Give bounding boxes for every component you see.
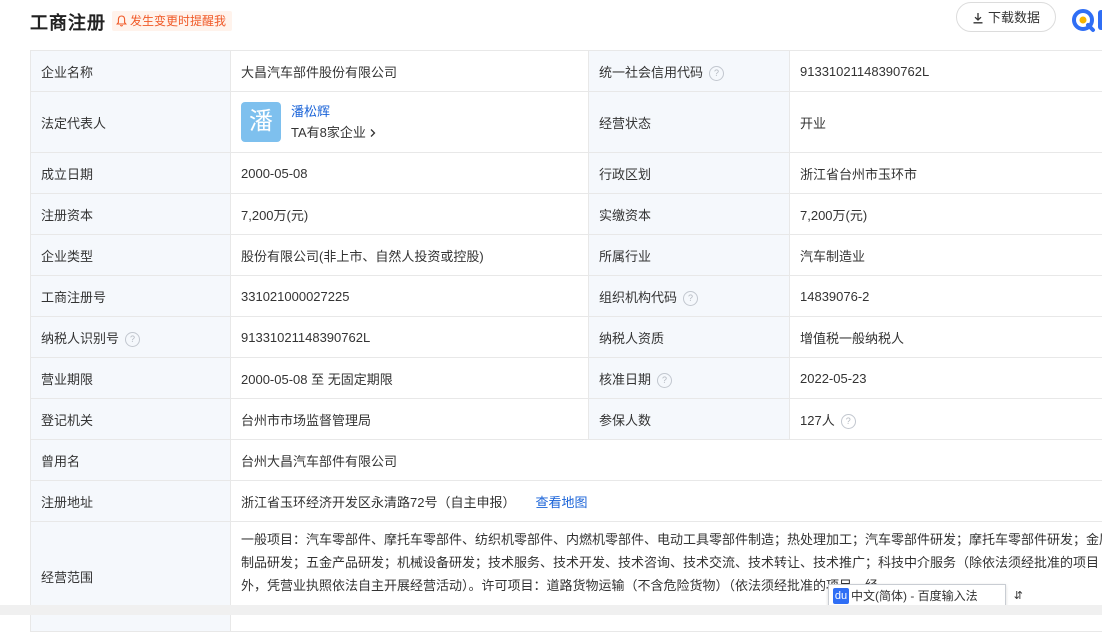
legal-rep-info: 潘松辉 TA有8家企业 [291, 101, 378, 143]
page-header: 工商注册 发生变更时提醒我 下载数据 [0, 0, 1102, 44]
value-paid-in-capital: 7,200万(元) [790, 194, 1102, 235]
label-company-type: 企业类型 [31, 235, 231, 276]
baidu-ime-icon: du [833, 588, 849, 604]
value-taxpayer-qualification: 增值税一般纳税人 [790, 317, 1102, 358]
value-credit-code: 91331021148390762L [790, 51, 1102, 92]
value-company-type: 股份有限公司(非上市、自然人投资或控股) [231, 235, 589, 276]
value-registered-address: 浙江省玉环经济开发区永清路72号（自主申报）查看地图 [231, 481, 1102, 522]
label-registered-capital: 注册资本 [31, 194, 231, 235]
value-approval-date: 2022-05-23 [790, 358, 1102, 399]
label-credit-code: 统一社会信用代码? [589, 51, 790, 92]
value-business-status: 开业 [790, 92, 1102, 153]
value-industry: 汽车制造业 [790, 235, 1102, 276]
business-registration-table: 企业名称 大昌汽车部件股份有限公司 统一社会信用代码? 913310211483… [30, 50, 1102, 632]
chevron-right-icon [368, 128, 378, 138]
table-row: 登记机关 台州市市场监督管理局 参保人数 127人? [31, 399, 1102, 440]
table-row: 成立日期 2000-05-08 行政区划 浙江省台州市玉环市 [31, 153, 1102, 194]
help-icon[interactable]: ? [657, 373, 672, 388]
label-established-date: 成立日期 [31, 153, 231, 194]
help-icon[interactable]: ? [125, 332, 140, 347]
download-data-label: 下载数据 [988, 10, 1040, 25]
view-map-link[interactable]: 查看地图 [535, 495, 587, 510]
table-row: 注册地址 浙江省玉环经济开发区永清路72号（自主申报）查看地图 [31, 481, 1102, 522]
help-icon[interactable]: ? [709, 66, 724, 81]
value-company-name: 大昌汽车部件股份有限公司 [231, 51, 589, 92]
help-icon[interactable]: ? [841, 414, 856, 429]
value-taxpayer-id: 91331021148390762L [231, 317, 589, 358]
label-business-status: 经营状态 [589, 92, 790, 153]
value-org-code: 14839076-2 [790, 276, 1102, 317]
label-industry: 所属行业 [589, 235, 790, 276]
label-taxpayer-qualification: 纳税人资质 [589, 317, 790, 358]
table-row: 企业名称 大昌汽车部件股份有限公司 统一社会信用代码? 913310211483… [31, 51, 1102, 92]
change-alert-toggle[interactable]: 发生变更时提醒我 [112, 11, 232, 31]
value-business-scope: 一般项目：汽车零部件、摩托车零部件、纺织机零部件、内燃机零部件、电动工具零部件制… [231, 522, 1102, 632]
value-registration-authority: 台州市市场监督管理局 [231, 399, 589, 440]
label-admin-region: 行政区划 [589, 153, 790, 194]
label-company-name: 企业名称 [31, 51, 231, 92]
value-registered-capital: 7,200万(元) [231, 194, 589, 235]
table-row: 注册资本 7,200万(元) 实缴资本 7,200万(元) [31, 194, 1102, 235]
table-row: 工商注册号 331021000027225 组织机构代码? 14839076-2 [31, 276, 1102, 317]
value-established-date: 2000-05-08 [231, 153, 589, 194]
table-row: 营业期限 2000-05-08 至 无固定期限 核准日期? 2022-05-23 [31, 358, 1102, 399]
label-former-name: 曾用名 [31, 440, 231, 481]
ime-dropdown-icon[interactable]: ⇵ [1014, 585, 1023, 607]
table-row: 企业类型 股份有限公司(非上市、自然人投资或控股) 所属行业 汽车制造业 [31, 235, 1102, 276]
table-row: 纳税人识别号? 91331021148390762L 纳税人资质 增值税一般纳税… [31, 317, 1102, 358]
table-row: 曾用名 台州大昌汽车部件有限公司 [31, 440, 1102, 481]
value-admin-region: 浙江省台州市玉环市 [790, 153, 1102, 194]
value-insured-count: 127人? [790, 399, 1102, 440]
label-legal-rep: 法定代表人 [31, 92, 231, 153]
help-icon[interactable]: ? [683, 291, 698, 306]
label-registered-address: 注册地址 [31, 481, 231, 522]
search-assistant-icon[interactable] [1071, 6, 1102, 34]
legal-rep-companies-link[interactable]: TA有8家企业 [291, 122, 378, 143]
label-org-code: 组织机构代码? [589, 276, 790, 317]
label-registration-authority: 登记机关 [31, 399, 231, 440]
bell-icon [116, 15, 127, 27]
label-paid-in-capital: 实缴资本 [589, 194, 790, 235]
label-business-scope: 经营范围 [31, 522, 231, 632]
ime-label: 中文(简体) - 百度输入法 [851, 589, 978, 603]
change-alert-label: 发生变更时提醒我 [130, 14, 226, 28]
table-row: 经营范围 一般项目：汽车零部件、摩托车零部件、纺织机零部件、内燃机零部件、电动工… [31, 522, 1102, 632]
taskbar [0, 605, 1102, 615]
value-business-term: 2000-05-08 至 无固定期限 [231, 358, 589, 399]
label-business-term: 营业期限 [31, 358, 231, 399]
label-taxpayer-id: 纳税人识别号? [31, 317, 231, 358]
value-registration-number: 331021000027225 [231, 276, 589, 317]
download-data-button[interactable]: 下载数据 [956, 2, 1056, 32]
label-approval-date: 核准日期? [589, 358, 790, 399]
table-row: 法定代表人 潘 潘松辉 TA有8家企业 经营状态 开业 [31, 92, 1102, 153]
page-title: 工商注册 [30, 9, 106, 35]
value-legal-rep: 潘 潘松辉 TA有8家企业 [231, 92, 589, 153]
download-icon [972, 12, 984, 24]
legal-rep-name-link[interactable]: 潘松辉 [291, 101, 378, 122]
label-registration-number: 工商注册号 [31, 276, 231, 317]
label-insured-count: 参保人数 [589, 399, 790, 440]
value-former-name: 台州大昌汽车部件有限公司 [231, 440, 1102, 481]
avatar: 潘 [241, 102, 281, 142]
